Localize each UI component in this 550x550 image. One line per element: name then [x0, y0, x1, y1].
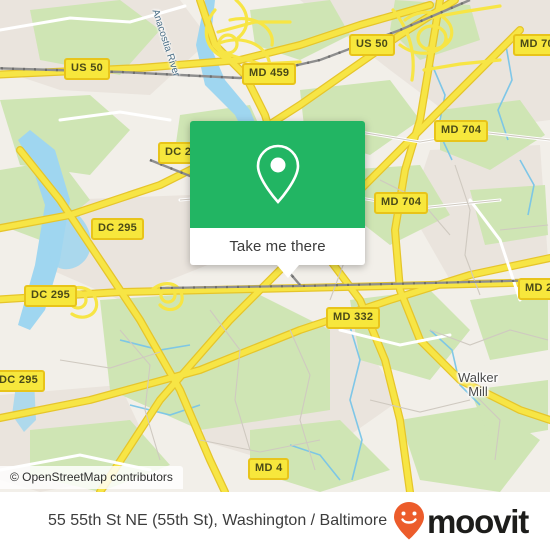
- road-shield-us-50-west[interactable]: US 50: [64, 58, 111, 80]
- osm-attribution[interactable]: © OpenStreetMap contributors: [0, 466, 183, 489]
- place-label-walker-mill: Walker Mill: [458, 370, 498, 399]
- road-shield-md-704-mid[interactable]: MD 704: [434, 120, 489, 142]
- road-shield-us-50-east[interactable]: US 50: [349, 34, 396, 56]
- callout-pin-area: [190, 121, 365, 228]
- road-shield-dc-295-lower[interactable]: DC 295: [24, 285, 78, 307]
- map-canvas[interactable]: Anacostia River Walker Mill US 50 US 50 …: [0, 0, 550, 492]
- moovit-wordmark: moovit: [427, 502, 529, 540]
- road-shield-md-332[interactable]: MD 332: [326, 307, 381, 329]
- callout-pointer: [277, 265, 299, 278]
- road-shield-md-4[interactable]: MD 4: [248, 458, 290, 480]
- take-me-there-label: Take me there: [229, 238, 326, 255]
- location-title: 55 55th St NE (55th St), Washington / Ba…: [48, 512, 388, 529]
- road-shield-md-459[interactable]: MD 459: [242, 63, 297, 85]
- take-me-there-button[interactable]: Take me there: [190, 228, 365, 265]
- map-pin-icon: [256, 144, 299, 204]
- moovit-logo[interactable]: moovit: [393, 501, 529, 541]
- road-shield-dc-295-mid[interactable]: DC 295: [91, 218, 145, 240]
- road-shield-md-217[interactable]: MD 217: [518, 278, 550, 300]
- map-screenshot: Anacostia River Walker Mill US 50 US 50 …: [0, 0, 550, 550]
- road-shield-dc-295-edge[interactable]: DC 295: [0, 370, 46, 392]
- footer-bar: 55 55th St NE (55th St), Washington / Ba…: [0, 492, 550, 550]
- location-callout-card[interactable]: Take me there: [190, 121, 365, 265]
- road-shield-md-704-north[interactable]: MD 704: [513, 34, 550, 56]
- moovit-smiley-pin-icon: [394, 502, 425, 540]
- road-shield-md-704-south[interactable]: MD 704: [374, 192, 429, 214]
